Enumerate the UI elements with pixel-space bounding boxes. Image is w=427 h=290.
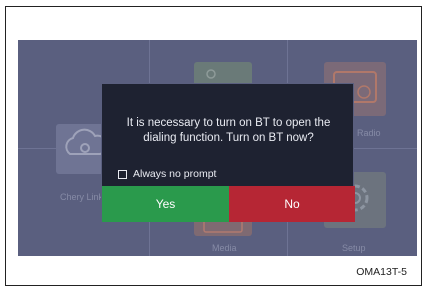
no-button[interactable]: No: [229, 186, 355, 222]
tile-label: Radio: [357, 128, 381, 138]
checkbox-label: Always no prompt: [133, 168, 217, 180]
tile-label: Setup: [342, 243, 366, 253]
always-no-prompt-option[interactable]: Always no prompt: [118, 168, 216, 180]
yes-button[interactable]: Yes: [102, 186, 229, 222]
figure-code: OMA13T-5: [356, 266, 407, 278]
always-no-prompt-checkbox[interactable]: [118, 169, 127, 179]
bt-prompt-dialog: It is necessary to turn on BT to open th…: [101, 83, 355, 222]
dialog-message: It is necessary to turn on BT to open th…: [126, 117, 331, 144]
tile-label: Media: [212, 243, 237, 253]
tile-label: Chery Link: [60, 192, 104, 202]
